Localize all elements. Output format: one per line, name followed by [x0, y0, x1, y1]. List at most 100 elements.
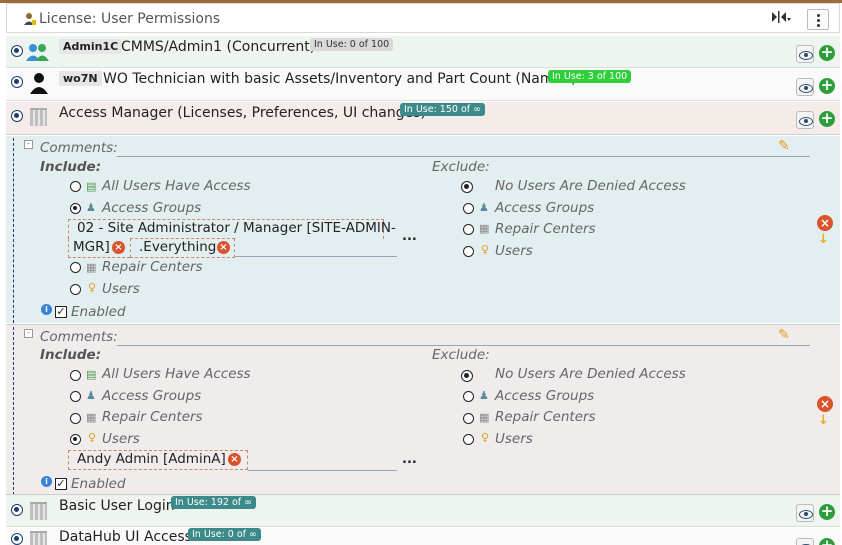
include-label: Include: [40, 159, 102, 175]
add-icon[interactable]: + [819, 111, 835, 127]
pencil-icon[interactable]: ✎ [778, 327, 790, 343]
usage-badge: In Use: 150 of ∞ [400, 103, 486, 116]
access-groups-icon: ♟ [479, 389, 489, 402]
users-label: Users [495, 243, 533, 259]
usage-badge: In Use: 0 of ∞ [188, 528, 261, 541]
chip-input-line[interactable] [235, 256, 397, 257]
collapse-icon[interactable]: - [24, 329, 33, 338]
permission-set-2: - Comments: ✎ Include: Exclude: ▤ All Us… [6, 324, 840, 495]
license-name: DataHub UI Access [59, 529, 192, 545]
exclude-users-radio[interactable] [463, 434, 474, 445]
exclude-none-radio[interactable] [461, 370, 473, 382]
repair-centers-label: Repair Centers [102, 259, 203, 275]
add-icon[interactable]: + [819, 538, 835, 545]
expand-toggle-icon[interactable] [11, 504, 23, 516]
view-icon[interactable] [796, 504, 814, 522]
info-icon[interactable]: i [41, 476, 52, 487]
panel-title: License: User Permissions [39, 11, 221, 27]
exclude-label: Exclude: [432, 159, 490, 175]
include-users-radio[interactable] [70, 284, 81, 295]
info-icon[interactable]: i [41, 304, 52, 315]
user-pin-icon: ♀ [88, 281, 97, 294]
collapse-icon[interactable]: - [24, 140, 33, 149]
move-down-icon[interactable]: ↓ [818, 413, 829, 428]
license-code: wo7N [59, 71, 102, 86]
include-access-groups-radio[interactable] [70, 203, 81, 214]
include-users-radio[interactable] [70, 434, 81, 445]
kebab-menu-button[interactable] [807, 9, 829, 30]
include-access-groups-radio[interactable] [70, 391, 81, 402]
access-groups-label: Access Groups [495, 388, 595, 404]
add-icon[interactable]: + [819, 45, 835, 61]
view-icon[interactable] [796, 111, 814, 129]
license-row[interactable]: DataHub UI Access In Use: 0 of ∞ + [6, 528, 840, 545]
include-all-users-radio[interactable] [70, 181, 81, 192]
delete-set-icon[interactable]: × [817, 396, 833, 412]
comments-input[interactable] [117, 345, 810, 346]
access-groups-label: Access Groups [495, 200, 595, 216]
enabled-label: Enabled [71, 304, 126, 320]
access-groups-icon: ♟ [86, 201, 96, 214]
include-repair-centers-radio[interactable] [70, 262, 81, 273]
usage-badge: In Use: 3 of 100 [548, 70, 632, 83]
user-icon [30, 72, 48, 98]
enabled-checkbox[interactable]: ✓ [55, 478, 67, 490]
expand-toggle-icon[interactable] [11, 533, 23, 545]
access-groups-label: Access Groups [102, 200, 202, 216]
move-down-icon[interactable]: ↓ [818, 232, 829, 247]
view-icon[interactable] [796, 538, 814, 545]
enabled-label: Enabled [71, 476, 126, 492]
comments-label: Comments: [40, 140, 118, 156]
add-icon[interactable]: + [819, 78, 835, 94]
expand-toggle-icon[interactable] [11, 76, 23, 88]
chip-input-line[interactable] [248, 470, 397, 471]
repair-center-icon: ▦ [479, 222, 490, 235]
repair-center-icon: ▦ [86, 261, 97, 274]
add-icon[interactable]: + [819, 504, 835, 520]
repair-center-icon: ▦ [86, 411, 97, 424]
exclude-access-groups-radio[interactable] [463, 203, 474, 214]
comments-input[interactable] [117, 156, 810, 157]
exclude-access-groups-radio[interactable] [463, 391, 474, 402]
view-icon[interactable] [796, 78, 814, 96]
remove-chip-icon[interactable]: × [228, 453, 241, 466]
license-code: Admin1C [59, 39, 123, 54]
exclude-repair-centers-radio[interactable] [463, 413, 474, 424]
expand-toggle-icon[interactable] [11, 110, 23, 122]
exclude-repair-centers-radio[interactable] [463, 224, 474, 235]
repair-centers-label: Repair Centers [102, 409, 203, 425]
license-row[interactable]: Admin1C CMMS/Admin1 (Concurrent) In Use:… [6, 36, 840, 68]
users-group-icon [26, 42, 50, 66]
include-repair-centers-radio[interactable] [70, 413, 81, 424]
column-toggle-icon[interactable] [770, 10, 792, 28]
users-label: Users [102, 431, 140, 447]
pencil-icon[interactable]: ✎ [778, 138, 790, 154]
enabled-checkbox[interactable]: ✓ [55, 306, 67, 318]
no-users-denied-label: No Users Are Denied Access [495, 366, 686, 382]
more-button[interactable]: ... [402, 229, 417, 244]
include-all-users-radio[interactable] [70, 370, 81, 381]
more-button[interactable]: ... [402, 452, 417, 467]
repair-centers-label: Repair Centers [495, 221, 596, 237]
view-icon[interactable] [796, 45, 814, 63]
comments-label: Comments: [40, 329, 118, 345]
expand-toggle-icon[interactable] [11, 45, 23, 57]
exclude-none-radio[interactable] [461, 181, 473, 193]
access-groups-icon: ♟ [86, 389, 96, 402]
remove-chip-icon[interactable]: × [217, 241, 230, 254]
license-row[interactable]: Access Manager (Licenses, Preferences, U… [6, 102, 840, 135]
remove-chip-icon[interactable]: × [112, 241, 125, 254]
access-group-chip: 02 - Site Administrator / Manager [SITE-… [68, 219, 396, 239]
all-users-label: All Users Have Access [102, 178, 251, 194]
license-row[interactable]: wo7N WO Technician with basic Assets/Inv… [6, 69, 840, 101]
repair-center-icon: ▦ [479, 411, 490, 424]
license-row[interactable]: Basic User Login In Use: 192 of ∞ + [6, 494, 840, 527]
all-users-icon: ▤ [86, 368, 97, 381]
license-name: Basic User Login [59, 498, 175, 514]
tree-guide-line [13, 138, 14, 323]
exclude-users-radio[interactable] [463, 246, 474, 257]
delete-set-icon[interactable]: × [817, 215, 833, 231]
user-pin-icon: ♀ [481, 243, 490, 256]
user-chip: Andy Admin [AdminA] [68, 450, 248, 470]
permission-set-1: - Comments: ✎ Include: Exclude: ▤ All Us… [6, 136, 840, 323]
